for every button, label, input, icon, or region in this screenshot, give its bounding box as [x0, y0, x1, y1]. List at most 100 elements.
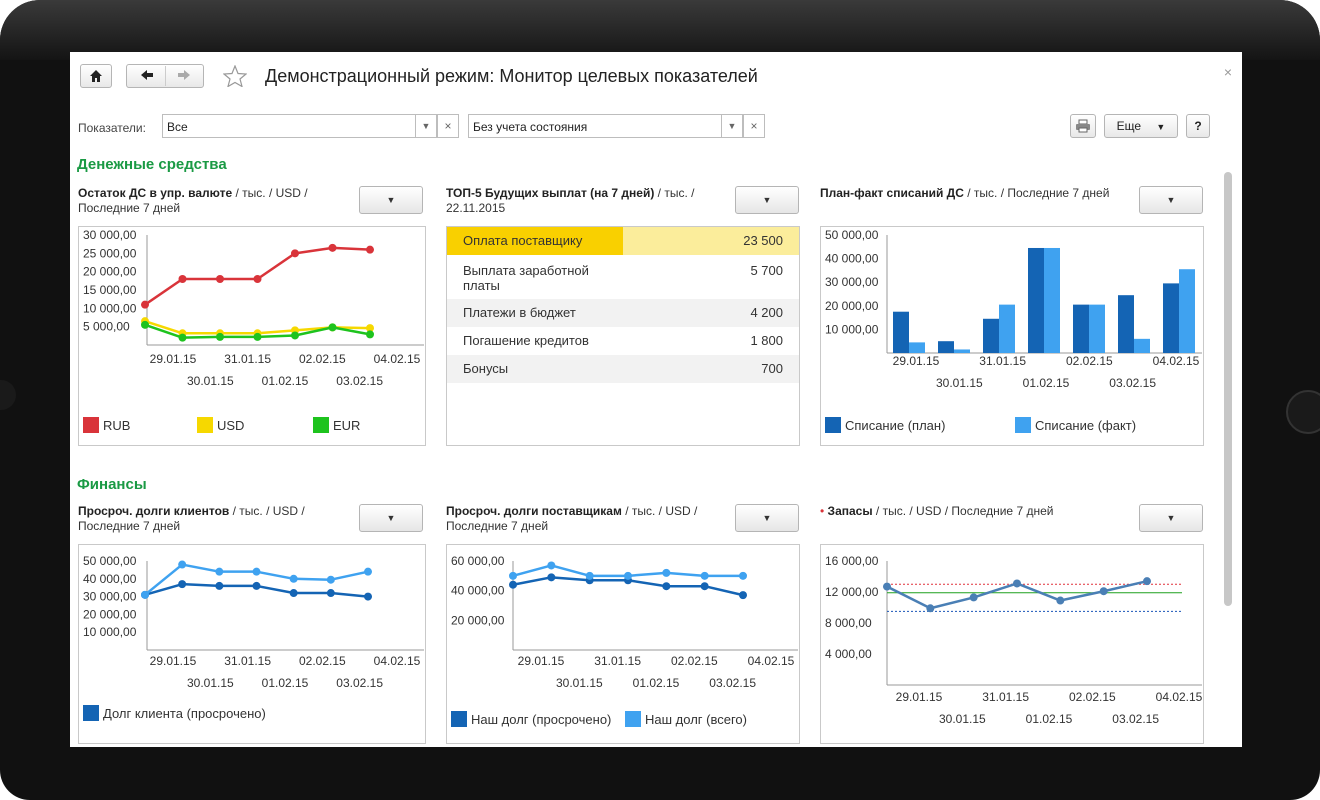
bar: [1163, 283, 1179, 353]
list-item[interactable]: Платежи в бюджет 4 200: [447, 299, 799, 327]
data-point: [326, 575, 335, 584]
panel-title: Просроч. долги клиентов / тыс. / USD / П…: [78, 504, 305, 533]
panel-settings-dropdown[interactable]: ▼: [359, 504, 423, 532]
print-button[interactable]: [1070, 114, 1096, 138]
close-button[interactable]: ×: [1224, 64, 1232, 80]
data-point: [883, 582, 891, 591]
x-tick-label: 31.01.15: [982, 690, 1029, 704]
legend-item-overdue: Наш долг (просрочено): [451, 711, 611, 727]
panel-settings-dropdown[interactable]: ▼: [735, 504, 799, 532]
chevron-down-icon: ▼: [727, 121, 737, 131]
chart-supplier-debt: 60 000,00 40 000,00 20 000,00 29.01.15 31.01…: [446, 544, 800, 744]
bar: [983, 318, 999, 353]
legend-item-eur: EUR: [313, 417, 360, 433]
data-point: [141, 590, 149, 599]
panel-settings-dropdown[interactable]: ▼: [735, 186, 799, 214]
star-icon[interactable]: [223, 65, 247, 87]
list-item[interactable]: Погашение кредитов 1 800: [447, 327, 799, 355]
state-dropdown-button[interactable]: ▼: [721, 114, 743, 138]
y-tick-label: 20 000,00: [451, 613, 505, 627]
data-point: [547, 561, 556, 570]
indicator-clear-button[interactable]: ×: [437, 114, 459, 138]
legend-label: USD: [217, 417, 245, 433]
x-tick-label: 30.01.15: [936, 376, 983, 390]
list-item[interactable]: Оплата поставщику 23 500: [447, 227, 799, 255]
panel-settings-dropdown[interactable]: ▼: [1139, 504, 1203, 532]
chevron-down-icon: ▼: [762, 195, 772, 205]
chart-cash-balance: 30 000,00 25 000,00 20 000,00 15 000,00 10 0…: [78, 226, 426, 446]
panel-supplier-debt: Просроч. долги поставщикам / тыс. / USD …: [446, 504, 800, 744]
data-point: [509, 580, 517, 589]
x-tick-label: 02.02.15: [671, 654, 718, 668]
data-point: [969, 593, 978, 602]
y-tick-label: 4 000,00: [825, 647, 872, 661]
x-tick-label: 31.01.15: [979, 354, 1026, 368]
more-button[interactable]: Еще ▼: [1104, 114, 1178, 138]
x-tick-label: 03.02.15: [336, 676, 383, 690]
app-screen: Демонстрационный режим: Монитор целевых …: [70, 52, 1242, 747]
tablet-frame: Демонстрационный режим: Монитор целевых …: [0, 0, 1320, 800]
state-select[interactable]: Без учета состояния: [468, 114, 722, 138]
data-point: [1143, 577, 1151, 586]
data-point: [252, 581, 261, 590]
bar: [1073, 304, 1089, 353]
list-item[interactable]: Бонусы 700: [447, 355, 799, 383]
data-point: [328, 243, 337, 252]
state-clear-button[interactable]: ×: [743, 114, 765, 138]
legend-swatch: [451, 711, 467, 727]
x-tick-label: 30.01.15: [556, 676, 603, 690]
x-tick-label: 31.01.15: [224, 352, 271, 366]
home-icon: [90, 70, 102, 82]
x-tick-label: 29.01.15: [150, 352, 197, 366]
legend-item-client-debt: Долг клиента (просрочено): [83, 705, 266, 721]
chevron-down-icon: ▼: [1166, 513, 1176, 523]
y-tick-label: 30 000,00: [83, 590, 137, 604]
home-button[interactable]: [80, 64, 112, 88]
y-tick-label: 50 000,00: [83, 554, 137, 568]
row-label: Платежи в бюджет: [463, 305, 576, 320]
y-tick-label: 40 000,00: [451, 584, 505, 598]
vertical-scrollbar[interactable]: [1224, 172, 1232, 606]
data-point: [1056, 596, 1065, 605]
indicator-dropdown-button[interactable]: ▼: [415, 114, 437, 138]
data-point: [366, 330, 374, 339]
y-tick-label: 10 000,00: [83, 301, 137, 315]
tablet-bezel-top: [0, 0, 1320, 60]
forward-button[interactable]: [166, 69, 202, 84]
help-button[interactable]: ?: [1186, 114, 1210, 138]
x-tick-label: 01.02.15: [1026, 712, 1073, 726]
chart-cash-balance-svg: 30 000,00 25 000,00 20 000,00 15 000,00 10 0…: [83, 228, 424, 388]
indicator-select[interactable]: Все: [162, 114, 416, 138]
chevron-down-icon: ▼: [421, 121, 431, 131]
row-label: Оплата поставщику: [463, 233, 583, 248]
x-tick-label: 03.02.15: [336, 374, 383, 388]
x-tick-label: 04.02.15: [374, 654, 421, 668]
more-label: Еще: [1116, 119, 1142, 133]
data-point: [739, 571, 747, 580]
data-point: [624, 571, 632, 580]
panel-settings-dropdown[interactable]: ▼: [359, 186, 423, 214]
chevron-down-icon: ▼: [386, 195, 396, 205]
chart-plan-fact-svg: 50 000,00 40 000,00 30 000,00 20 000,00 10 0…: [825, 228, 1202, 390]
x-tick-label: 02.02.15: [299, 654, 346, 668]
filter-bar: Показатели: Все ▼ × Без учета состояния …: [70, 114, 1242, 144]
back-button[interactable]: [129, 69, 165, 84]
panel-settings-dropdown[interactable]: ▼: [1139, 186, 1203, 214]
x-tick-label: 30.01.15: [187, 676, 234, 690]
panel-plan-fact: План-факт списаний ДС / тыс. / Последние…: [820, 186, 1204, 446]
y-tick-label: 20 000,00: [83, 265, 137, 279]
filter-label: Показатели:: [78, 121, 146, 135]
y-tick-label: 12 000,00: [825, 585, 879, 599]
x-tick-label: 04.02.15: [1156, 690, 1203, 704]
legend-item-total: Наш долг (всего): [625, 711, 747, 727]
bar: [1089, 304, 1105, 353]
data-point: [178, 333, 187, 342]
y-tick-label: 20 000,00: [83, 607, 137, 621]
list-item[interactable]: Выплата заработной платы 5 700: [447, 255, 799, 299]
data-point: [509, 571, 517, 580]
chart-client-debt: 50 000,00 40 000,00 30 000,00 20 000,00 10 0…: [78, 544, 426, 744]
legend-swatch: [197, 417, 213, 433]
row-value: 4 200: [750, 305, 783, 320]
data-point: [215, 581, 224, 590]
x-tick-label: 02.02.15: [299, 352, 346, 366]
